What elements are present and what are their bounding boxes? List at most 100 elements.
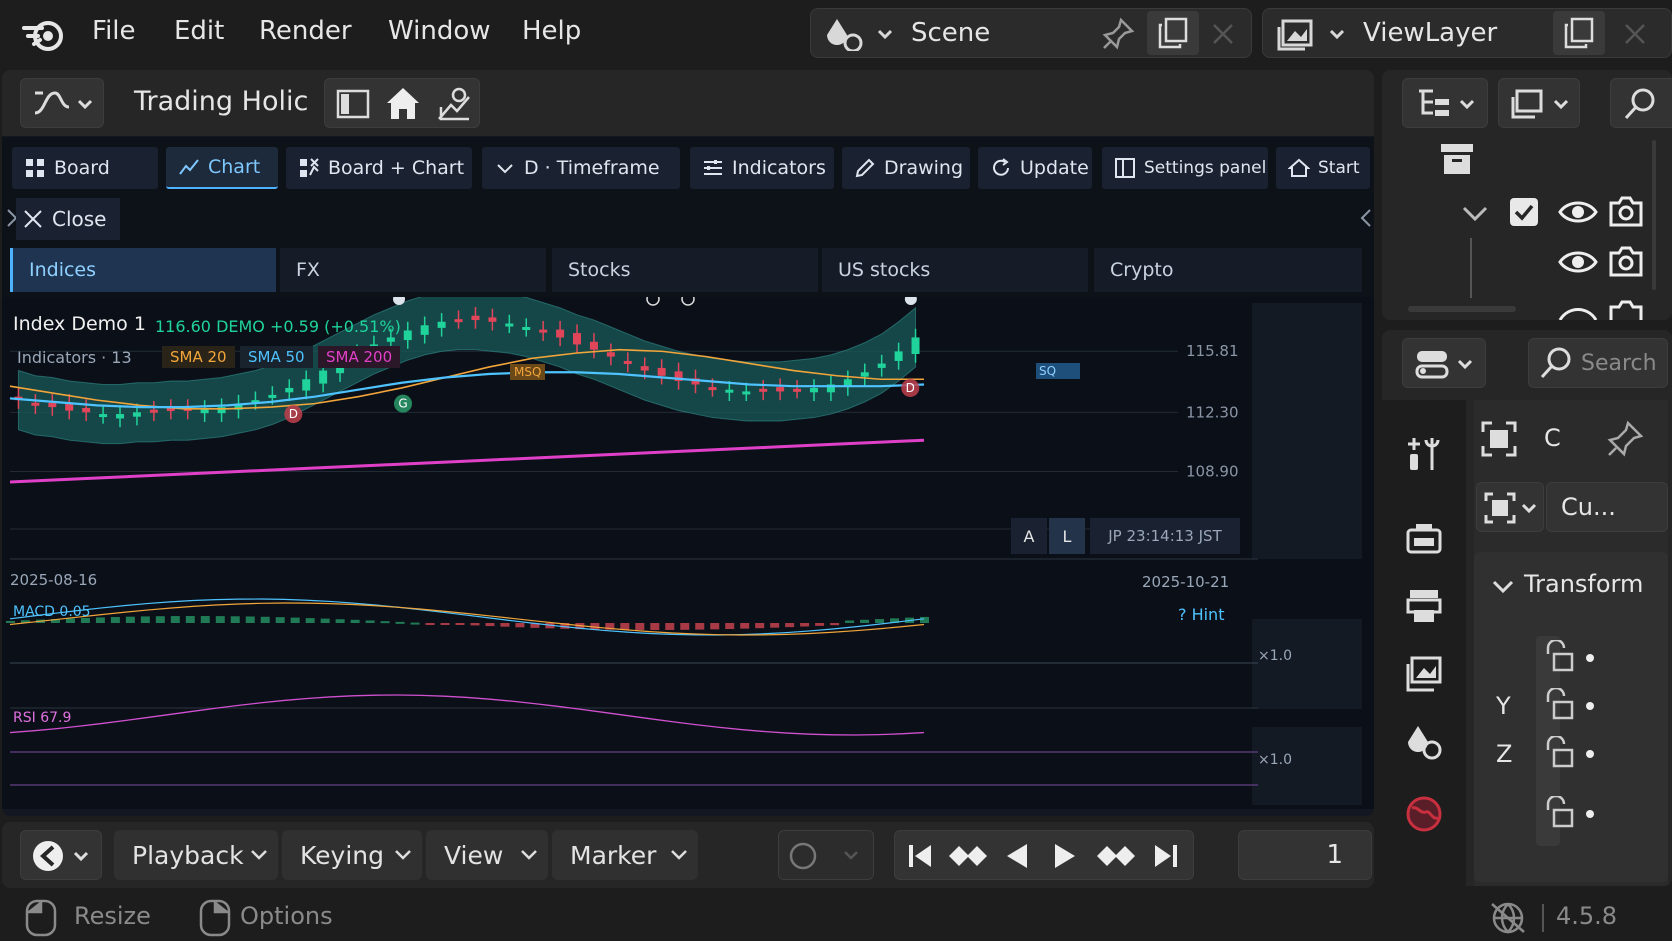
- start-button[interactable]: Start: [1276, 147, 1370, 189]
- chevron-down-icon[interactable]: [1460, 198, 1490, 228]
- tool-icon[interactable]: [1404, 434, 1444, 474]
- category-crypto[interactable]: Crypto: [1094, 248, 1362, 292]
- render-icon[interactable]: [1404, 518, 1444, 558]
- candle-body: [319, 370, 328, 384]
- timeline-icon: [33, 841, 89, 871]
- macd-bar: [170, 616, 180, 623]
- status-bar: Resize Options 4.5.8: [0, 892, 1672, 941]
- close-icon[interactable]: [1211, 22, 1235, 46]
- playback-controls: [894, 830, 1194, 880]
- duplicate-scene-button[interactable]: [1147, 11, 1199, 55]
- candle-body: [776, 387, 785, 392]
- vertical-scrollbar[interactable]: [1652, 140, 1656, 290]
- camera-icon[interactable]: [1608, 244, 1644, 278]
- checkbox-icon[interactable]: [1508, 196, 1540, 228]
- eye-icon[interactable]: [1558, 196, 1598, 228]
- current-frame-field[interactable]: 1: [1238, 830, 1372, 880]
- play-reverse-icon[interactable]: [999, 840, 1035, 872]
- jump-end-icon[interactable]: [1147, 840, 1183, 872]
- chevron-left-icon[interactable]: [1360, 207, 1372, 229]
- menu-render[interactable]: Render: [259, 16, 352, 46]
- collection-icon[interactable]: [1438, 140, 1476, 178]
- timeline-editor-type[interactable]: [20, 830, 102, 880]
- sidebar-icon[interactable]: [335, 87, 371, 121]
- eye-icon[interactable]: [1558, 246, 1598, 278]
- jump-start-icon[interactable]: [903, 840, 939, 872]
- menu-edit[interactable]: Edit: [174, 16, 224, 46]
- scene-icon[interactable]: [1404, 722, 1444, 762]
- tab-board[interactable]: Board: [12, 147, 158, 189]
- macd-bar: [230, 616, 240, 623]
- rsi-scale: ×1.0: [1258, 752, 1292, 768]
- playback-menu[interactable]: Playback: [114, 830, 278, 880]
- sma200-legend[interactable]: SMA 200: [318, 346, 401, 368]
- outliner-filter[interactable]: [1498, 78, 1580, 128]
- category-indices[interactable]: Indices: [10, 248, 276, 292]
- category-us-stocks[interactable]: US stocks: [822, 248, 1088, 292]
- close-button[interactable]: Close: [16, 198, 120, 240]
- horizontal-scrollbar[interactable]: [1408, 306, 1516, 312]
- tab-indicators[interactable]: Indicators: [690, 147, 834, 189]
- properties-search[interactable]: Search: [1528, 338, 1668, 388]
- home-icon[interactable]: [383, 83, 423, 123]
- category-fx[interactable]: FX: [280, 248, 546, 292]
- outliner-search-button[interactable]: [1610, 78, 1672, 128]
- output-icon[interactable]: [1404, 586, 1444, 626]
- chevron-down-icon[interactable]: [1490, 574, 1516, 600]
- blender-logo-icon[interactable]: [20, 14, 68, 54]
- lock-icon[interactable]: [1544, 640, 1600, 674]
- pin-icon[interactable]: [1101, 17, 1135, 51]
- graph-tool-icon[interactable]: [435, 85, 473, 123]
- indicators-count: Indicators · 13: [17, 348, 132, 367]
- scene-name[interactable]: Scene: [911, 18, 990, 48]
- close-icon[interactable]: [1623, 22, 1647, 46]
- macd-bar: [335, 619, 345, 623]
- hint-button[interactable]: ? Hint: [1178, 605, 1224, 624]
- update-button[interactable]: Update: [978, 147, 1092, 189]
- camera-icon[interactable]: [1608, 298, 1644, 320]
- fullscreen-icon[interactable]: [1480, 420, 1518, 458]
- tab-chart[interactable]: Chart: [166, 147, 278, 189]
- macd-bar: [440, 623, 450, 625]
- properties-editor-type[interactable]: [1402, 338, 1486, 388]
- outliner-display-mode[interactable]: [1402, 78, 1488, 128]
- category-stocks[interactable]: Stocks: [552, 248, 818, 292]
- tab-board-chart[interactable]: Board + Chart: [286, 147, 472, 189]
- timeframe-dropdown[interactable]: D · Timeframe: [482, 147, 680, 189]
- tab-drawing[interactable]: Drawing: [842, 147, 970, 189]
- viewlayer-name[interactable]: ViewLayer: [1363, 18, 1497, 48]
- object-name-field[interactable]: Cu...: [1546, 482, 1668, 532]
- scene-type-icon[interactable]: [823, 17, 893, 51]
- menu-help[interactable]: Help: [522, 16, 581, 46]
- keying-menu[interactable]: Keying: [282, 830, 422, 880]
- menu-window[interactable]: Window: [388, 16, 491, 46]
- macd-bar: [875, 619, 885, 623]
- sma20-legend[interactable]: SMA 20: [162, 346, 235, 368]
- log-scale-button[interactable]: L: [1049, 518, 1085, 554]
- editor-type-button[interactable]: [20, 78, 104, 128]
- object-type-dropdown[interactable]: [1476, 482, 1544, 532]
- next-keyframe-icon[interactable]: [1095, 840, 1139, 872]
- menu-file[interactable]: File: [92, 16, 136, 46]
- marker-menu[interactable]: Marker: [552, 830, 698, 880]
- duplicate-viewlayer-button[interactable]: [1553, 11, 1605, 55]
- auto-scale-button[interactable]: A: [1011, 518, 1047, 554]
- sma50-legend[interactable]: SMA 50: [240, 346, 313, 368]
- prev-keyframe-icon[interactable]: [947, 840, 991, 872]
- lock-icon[interactable]: [1544, 736, 1600, 770]
- pin-icon[interactable]: [1606, 420, 1644, 458]
- view-menu[interactable]: View: [426, 830, 548, 880]
- view-layer-icon[interactable]: [1404, 654, 1444, 694]
- eye-icon[interactable]: [1558, 298, 1598, 320]
- play-icon[interactable]: [1047, 840, 1083, 872]
- camera-icon[interactable]: [1608, 194, 1644, 228]
- render-layers-icon: [1511, 89, 1569, 119]
- autokey-toggle[interactable]: [778, 830, 874, 880]
- settings-panel-button[interactable]: Settings panel: [1102, 147, 1268, 189]
- transform-header[interactable]: Transform: [1524, 570, 1643, 598]
- render-layers-icon[interactable]: [1275, 17, 1345, 51]
- lock-icon[interactable]: [1544, 796, 1600, 830]
- lock-icon[interactable]: [1544, 688, 1600, 722]
- world-icon[interactable]: [1404, 794, 1444, 834]
- candle-body: [132, 412, 141, 417]
